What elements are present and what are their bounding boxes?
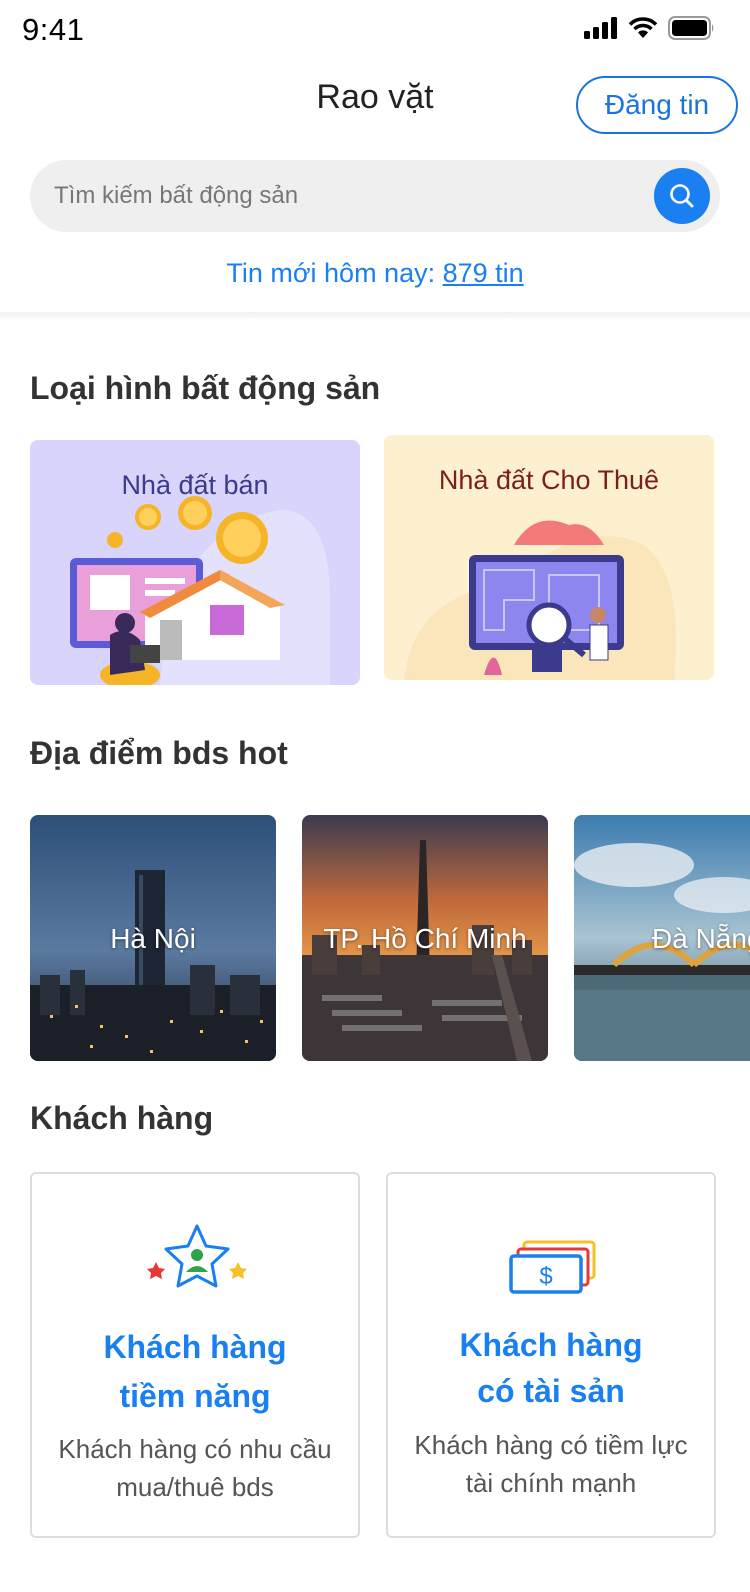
divider bbox=[0, 312, 750, 318]
search-bar bbox=[30, 160, 720, 232]
post-listing-button[interactable]: Đăng tin bbox=[576, 76, 738, 134]
wifi-icon bbox=[628, 17, 658, 38]
location-card-da-nang[interactable]: Đà Nẵng bbox=[574, 815, 750, 1061]
hot-locations-title: Địa điểm bds hot bbox=[30, 735, 288, 771]
location-card-tp-hcm[interactable]: TP. Hồ Chí Minh bbox=[302, 815, 548, 1061]
signal-icon bbox=[584, 17, 617, 39]
customer-card-potential[interactable]: Khách hàng tiềm năng Khách hàng có nhu c… bbox=[30, 1172, 360, 1538]
location-label: TP. Hồ Chí Minh bbox=[323, 923, 527, 954]
svg-text:$: $ bbox=[539, 1263, 552, 1290]
property-type-card-sale[interactable]: Nhà đất bán bbox=[30, 440, 360, 685]
customer-card-title: Khách hàng bbox=[103, 1329, 287, 1365]
customer-card-title: có tài sản bbox=[477, 1373, 625, 1409]
money-stack-icon: $ bbox=[509, 1240, 596, 1294]
battery-icon bbox=[668, 16, 714, 40]
house-sale-illustration bbox=[70, 496, 330, 685]
new-today-text: Tin mới hôm nay: 879 tin bbox=[0, 258, 750, 289]
property-types-title: Loại hình bất động sản bbox=[30, 370, 381, 406]
customers-title: Khách hàng bbox=[30, 1100, 214, 1136]
status-bar: 9:41 bbox=[0, 0, 750, 60]
customer-card-title: Khách hàng bbox=[459, 1327, 643, 1363]
customer-card-desc: Khách hàng có nhu cầu bbox=[58, 1434, 332, 1464]
new-today-label: Tin mới hôm nay: bbox=[226, 258, 443, 288]
location-label: Hà Nội bbox=[110, 923, 196, 954]
customer-card-wealthy[interactable]: $ Khách hàng có tài sản Khách hàng có ti… bbox=[386, 1172, 716, 1538]
new-today-count-link[interactable]: 879 tin bbox=[443, 258, 524, 288]
search-input[interactable] bbox=[54, 160, 634, 232]
location-card-ha-noi[interactable]: Hà Nội bbox=[30, 815, 276, 1061]
customer-card-desc: Khách hàng có tiềm lực bbox=[414, 1430, 688, 1460]
customer-card-title: tiềm năng bbox=[119, 1378, 271, 1414]
star-user-icon bbox=[147, 1224, 247, 1288]
status-icons bbox=[584, 16, 716, 40]
header: Rao vặt Đăng tin bbox=[0, 60, 750, 155]
customer-card-desc: tài chính mạnh bbox=[465, 1468, 637, 1498]
property-type-card-rent[interactable]: Nhà đất Cho Thuê bbox=[384, 435, 714, 680]
house-rent-illustration bbox=[404, 520, 676, 680]
location-label: Đà Nẵng bbox=[652, 923, 750, 954]
search-icon bbox=[670, 184, 694, 208]
search-button[interactable] bbox=[654, 168, 710, 224]
status-time: 9:41 bbox=[22, 12, 85, 47]
customer-card-desc: mua/thuê bds bbox=[116, 1472, 274, 1502]
